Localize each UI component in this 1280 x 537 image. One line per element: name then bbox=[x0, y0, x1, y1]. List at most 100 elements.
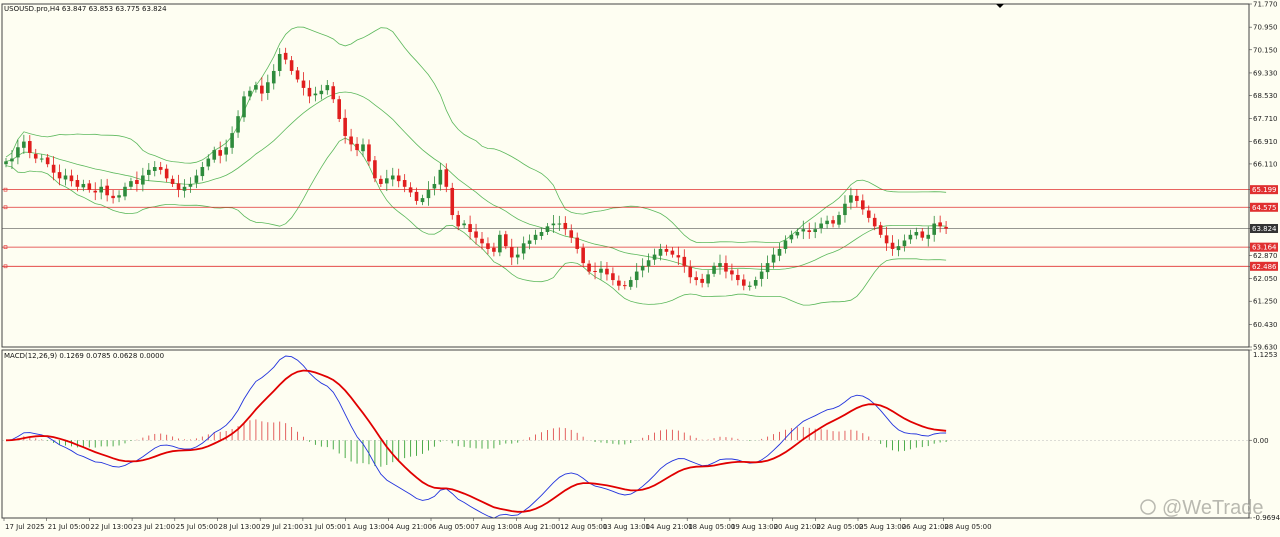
price-tag-label: 62.486 bbox=[1252, 263, 1277, 271]
time-tick-label: 28 Jul 13:00 bbox=[219, 523, 261, 531]
candle-body bbox=[795, 232, 800, 236]
candle-body bbox=[700, 278, 704, 283]
candle-body bbox=[456, 215, 460, 227]
time-tick-label: 28 Aug 05:00 bbox=[944, 523, 991, 531]
candle-body bbox=[266, 82, 270, 93]
candle-body bbox=[367, 144, 371, 162]
trading-chart[interactable]: 71.770 70.950 70.150 69.330 68.530 67.710 66.9… bbox=[0, 0, 1280, 537]
candle-body bbox=[771, 254, 776, 263]
candle-body bbox=[248, 90, 252, 97]
candle-body bbox=[944, 226, 948, 229]
candle-body bbox=[105, 185, 109, 196]
candle-body bbox=[730, 270, 734, 275]
candle-body bbox=[605, 268, 609, 275]
candle-body bbox=[480, 238, 484, 244]
candle-body bbox=[355, 143, 359, 151]
candle-body bbox=[819, 223, 823, 229]
candle-body bbox=[509, 247, 514, 258]
candle-body bbox=[581, 247, 585, 264]
candle-body bbox=[170, 178, 175, 184]
candle-body bbox=[63, 175, 68, 180]
candle-body bbox=[777, 248, 782, 256]
candle-body bbox=[420, 198, 425, 203]
candle-body bbox=[206, 158, 211, 167]
candle-body bbox=[45, 157, 50, 165]
candle-body bbox=[81, 183, 86, 188]
candle-body bbox=[51, 164, 56, 173]
candle-body bbox=[218, 150, 222, 156]
candle-body bbox=[801, 229, 806, 232]
candle-body bbox=[783, 240, 788, 249]
candle-body bbox=[283, 52, 288, 60]
candle-body bbox=[486, 243, 490, 249]
candle-body bbox=[254, 85, 258, 90]
candle-body bbox=[289, 60, 294, 71]
watermark-text: @WeTrade bbox=[1162, 497, 1263, 519]
candle-body bbox=[938, 222, 942, 227]
price-tag-label: 64.575 bbox=[1252, 204, 1277, 212]
candle-body bbox=[402, 180, 407, 187]
candle-body bbox=[658, 248, 663, 256]
candle-body bbox=[117, 195, 121, 198]
candle-body bbox=[747, 285, 752, 287]
candle-body bbox=[462, 223, 466, 226]
time-tick-label: 14 Aug 21:00 bbox=[646, 523, 693, 531]
candle-body bbox=[587, 263, 591, 272]
candle-body bbox=[575, 237, 579, 249]
candle-body bbox=[759, 271, 764, 279]
candle-body bbox=[93, 190, 98, 193]
candle-body bbox=[152, 167, 157, 171]
time-tick-label: 1 Aug 13:00 bbox=[347, 523, 390, 531]
candle-body bbox=[498, 234, 502, 253]
candle-body bbox=[908, 234, 913, 240]
candle-body bbox=[664, 248, 669, 252]
candle-body bbox=[569, 230, 574, 238]
candle-body bbox=[902, 240, 907, 247]
candle-body bbox=[271, 70, 276, 84]
candle-body bbox=[706, 274, 710, 284]
price-tick-label: 66.110 bbox=[1253, 160, 1278, 168]
candle-body bbox=[194, 175, 199, 183]
time-tick-label: 26 Aug 21:00 bbox=[902, 523, 949, 531]
candle-body bbox=[932, 223, 936, 235]
candle-body bbox=[408, 187, 413, 193]
candle-body bbox=[277, 54, 282, 71]
candle-body bbox=[176, 183, 181, 190]
candle-body bbox=[319, 90, 324, 95]
candle-body bbox=[385, 178, 389, 184]
candle-body bbox=[164, 168, 169, 179]
candle-body bbox=[474, 231, 478, 238]
candle-body bbox=[444, 169, 449, 187]
candle-body bbox=[313, 93, 318, 96]
candle-body bbox=[670, 250, 675, 255]
candle-body bbox=[920, 231, 925, 238]
candle-body bbox=[414, 191, 419, 201]
price-tag-label: 63.164 bbox=[1252, 244, 1277, 252]
macd-tick-label: 1.1253 bbox=[1253, 351, 1278, 359]
candle-body bbox=[200, 167, 205, 177]
candle-body bbox=[676, 255, 681, 258]
price-tick-label: 62.050 bbox=[1253, 275, 1278, 283]
candle-body bbox=[141, 175, 145, 185]
candle-body bbox=[866, 210, 871, 218]
candle-body bbox=[69, 175, 74, 182]
candle-body bbox=[99, 186, 103, 193]
candle-body bbox=[623, 285, 627, 287]
candle-body bbox=[599, 268, 603, 273]
candle-body bbox=[617, 280, 621, 286]
candle-body bbox=[563, 222, 568, 230]
candle-body bbox=[813, 229, 817, 233]
candle-body bbox=[212, 150, 217, 160]
candle-body bbox=[742, 279, 746, 286]
candle-body bbox=[551, 223, 556, 226]
candle-body bbox=[682, 256, 687, 266]
price-tick-label: 69.330 bbox=[1253, 69, 1278, 77]
candle-body bbox=[492, 247, 496, 252]
candle-body bbox=[361, 144, 365, 152]
candle-body bbox=[890, 242, 895, 249]
price-tick-label: 61.250 bbox=[1253, 298, 1278, 306]
candle-body bbox=[135, 180, 139, 184]
price-tick-label: 70.150 bbox=[1253, 46, 1278, 54]
candle-body bbox=[884, 235, 889, 244]
candle-body bbox=[432, 183, 437, 189]
